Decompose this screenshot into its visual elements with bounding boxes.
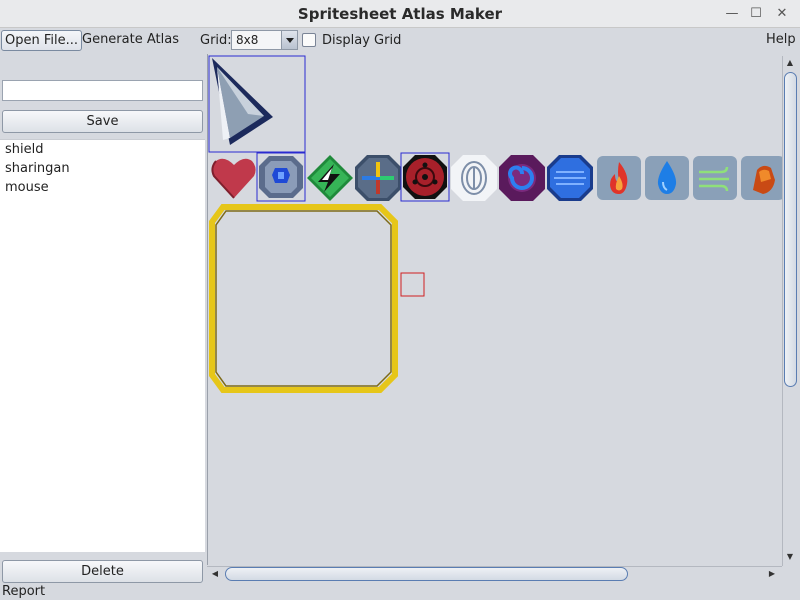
- generate-atlas-button[interactable]: Generate Atlas: [79, 30, 182, 51]
- sprite-list-panel: Save shield sharingan mouse Delete: [0, 54, 205, 584]
- list-item[interactable]: mouse: [0, 178, 205, 197]
- open-file-button[interactable]: Open File...: [1, 30, 83, 51]
- atlas-canvas[interactable]: [207, 54, 783, 565]
- grid-size-value: 8x8: [236, 33, 259, 47]
- grid-size-select[interactable]: 8x8: [231, 30, 298, 50]
- maximize-icon[interactable]: ☐: [746, 4, 766, 24]
- display-grid-label[interactable]: Display Grid: [322, 33, 401, 48]
- sprite-heart[interactable]: [211, 158, 256, 199]
- scroll-up-icon[interactable]: ▲: [783, 56, 797, 70]
- title-bar: Spritesheet Atlas Maker — ☐ ✕: [0, 0, 800, 28]
- chevron-down-icon[interactable]: [281, 31, 297, 49]
- save-button[interactable]: Save: [2, 110, 203, 133]
- scroll-left-icon[interactable]: ◀: [208, 567, 222, 581]
- sprite-lightning-badge[interactable]: [307, 155, 353, 201]
- minimize-icon[interactable]: —: [722, 4, 742, 24]
- status-report: Report: [2, 584, 46, 599]
- toolbar: Open File... Generate Atlas Grid: Displa…: [0, 28, 800, 53]
- sprite-shield[interactable]: [256, 152, 306, 202]
- empty-slot-marker[interactable]: [400, 272, 425, 297]
- display-grid-checkbox[interactable]: [302, 33, 316, 47]
- sprite-water-tile[interactable]: [645, 156, 689, 200]
- sprite-earth-tile[interactable]: [741, 156, 783, 200]
- vertical-scrollbar[interactable]: ▲ ▼: [782, 56, 798, 566]
- sprite-blue-orb-badge[interactable]: [547, 155, 593, 201]
- sprite-name-input[interactable]: [2, 80, 203, 101]
- sprite-sheet: [208, 55, 783, 393]
- list-item[interactable]: shield: [0, 140, 205, 159]
- sprite-swirl-badge[interactable]: [499, 155, 545, 201]
- sprite-fingerprint-badge[interactable]: [451, 155, 497, 201]
- sprite-cursor-arrow[interactable]: [208, 55, 306, 153]
- sprite-fire-tile[interactable]: [597, 156, 641, 200]
- scroll-right-icon[interactable]: ▶: [765, 567, 779, 581]
- horizontal-scroll-thumb[interactable]: [225, 567, 628, 581]
- sprite-wind-tile[interactable]: [693, 156, 737, 200]
- sprite-list[interactable]: shield sharingan mouse: [0, 139, 205, 552]
- list-item[interactable]: sharingan: [0, 159, 205, 178]
- window-title: Spritesheet Atlas Maker: [297, 5, 503, 23]
- close-icon[interactable]: ✕: [772, 4, 792, 24]
- sprite-cross-badge[interactable]: [355, 155, 401, 201]
- help-menu[interactable]: Help: [763, 30, 799, 51]
- vertical-scroll-thumb[interactable]: [784, 72, 797, 387]
- horizontal-scrollbar[interactable]: ◀ ▶: [207, 566, 782, 581]
- delete-button[interactable]: Delete: [2, 560, 203, 583]
- scroll-down-icon[interactable]: ▼: [783, 550, 797, 564]
- sprite-sharingan[interactable]: [400, 152, 450, 202]
- sprite-yellow-frame[interactable]: [209, 204, 398, 393]
- grid-label: Grid:: [200, 33, 232, 48]
